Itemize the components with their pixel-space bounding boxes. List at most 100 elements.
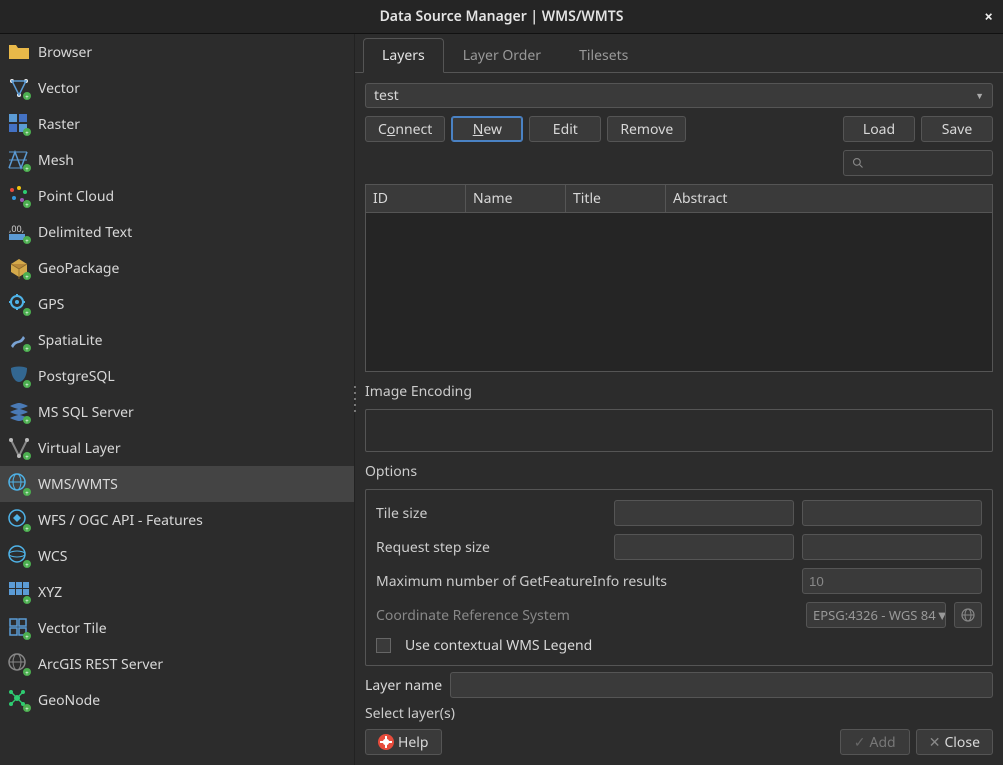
layers-table[interactable]: ID Name Title Abstract <box>365 184 993 372</box>
request-step-x-input[interactable] <box>614 534 794 560</box>
layer-name-input[interactable] <box>450 672 993 698</box>
wfs-icon: + <box>5 506 33 534</box>
add-button[interactable]: ✓ Add <box>840 729 910 755</box>
sidebar-item-wms[interactable]: + WMS/WMTS <box>0 466 354 502</box>
sidebar-item-spatialite[interactable]: +SpatiaLite <box>0 322 354 358</box>
check-icon: ✓ <box>854 733 866 752</box>
tab-tilesets[interactable]: Tilesets <box>560 38 647 73</box>
connect-button[interactable]: Connect <box>365 116 445 142</box>
sidebar-item-geonode[interactable]: +GeoNode <box>0 682 354 718</box>
svg-text:+: + <box>25 165 29 172</box>
footer: Layer name Select layer(s) Help ✓ Add ✕ <box>355 666 1003 765</box>
max-featureinfo-input[interactable] <box>802 568 982 594</box>
help-icon <box>378 734 394 750</box>
svg-text:+: + <box>25 633 29 640</box>
sidebar-item-raster[interactable]: + Raster <box>0 106 354 142</box>
close-icon[interactable]: × <box>984 7 993 27</box>
svg-text:+: + <box>25 381 29 388</box>
sidebar-item-vtile[interactable]: + Vector Tile <box>0 610 354 646</box>
col-id[interactable]: ID <box>366 185 466 212</box>
col-title[interactable]: Title <box>566 185 666 212</box>
tile-size-label: Tile size <box>376 504 606 523</box>
raster-icon: + <box>5 110 33 138</box>
sidebar-item-label: Delimited Text <box>38 223 132 242</box>
tabs: LayersLayer OrderTilesets <box>355 38 1003 73</box>
search-row <box>365 150 993 176</box>
vector-icon: + <box>5 74 33 102</box>
sidebar-item-label: Point Cloud <box>38 187 114 206</box>
splitter-handle[interactable] <box>352 384 358 414</box>
svg-text:,00,: ,00, <box>9 222 24 235</box>
sidebar-item-label: Mesh <box>38 151 74 170</box>
crs-combo[interactable]: EPSG:4326 - WGS 84 ▼ <box>806 602 946 628</box>
sidebar-item-gpkg[interactable]: +GeoPackage <box>0 250 354 286</box>
request-step-y-input[interactable] <box>802 534 982 560</box>
xyz-icon: + <box>5 578 33 606</box>
sidebar-item-mssql[interactable]: +MS SQL Server <box>0 394 354 430</box>
geonode-icon: + <box>5 686 33 714</box>
sidebar-item-xyz[interactable]: + XYZ <box>0 574 354 610</box>
close-button[interactable]: ✕ Close <box>916 729 993 755</box>
sidebar-item-label: GPS <box>38 295 64 314</box>
sidebar-item-label: WMS/WMTS <box>38 475 118 494</box>
sidebar-item-arcgis[interactable]: +ArcGIS REST Server <box>0 646 354 682</box>
crs-picker-button[interactable] <box>954 602 982 628</box>
sidebar-item-label: WFS / OGC API - Features <box>38 511 203 530</box>
save-button[interactable]: Save <box>921 116 993 142</box>
col-abstract[interactable]: Abstract <box>666 185 992 212</box>
sidebar-item-mesh[interactable]: + Mesh <box>0 142 354 178</box>
crs-label: Coordinate Reference System <box>376 606 798 625</box>
sidebar-item-vector[interactable]: +Vector <box>0 70 354 106</box>
wcs-icon: + <box>5 542 33 570</box>
postgres-icon: + <box>5 362 33 390</box>
options-label: Options <box>365 462 993 481</box>
help-button[interactable]: Help <box>365 729 442 755</box>
vtile-icon: + <box>5 614 33 642</box>
svg-text:+: + <box>25 561 29 568</box>
contextual-legend-label: Use contextual WMS Legend <box>405 636 592 655</box>
edit-button[interactable]: Edit <box>529 116 601 142</box>
sidebar-item-virtual[interactable]: +Virtual Layer <box>0 430 354 466</box>
wms-icon: + <box>5 470 33 498</box>
sidebar-item-label: SpatiaLite <box>38 331 103 350</box>
folder-icon <box>5 38 33 66</box>
svg-text:+: + <box>25 237 29 244</box>
svg-text:+: + <box>25 669 29 676</box>
sidebar-item-folder[interactable]: Browser <box>0 34 354 70</box>
sidebar-item-pointcloud[interactable]: + Point Cloud <box>0 178 354 214</box>
connection-combo[interactable]: test ▼ <box>365 83 993 108</box>
sidebar-item-label: Raster <box>38 115 80 134</box>
image-encoding-box <box>365 409 993 452</box>
tile-size-y-input[interactable] <box>802 500 982 526</box>
virtual-icon: + <box>5 434 33 462</box>
sidebar-item-csv[interactable]: ,00,+ Delimited Text <box>0 214 354 250</box>
sidebar-item-label: PostgreSQL <box>38 367 115 386</box>
sidebar-item-postgres[interactable]: + PostgreSQL <box>0 358 354 394</box>
sidebar-item-wcs[interactable]: +WCS <box>0 538 354 574</box>
contextual-legend-checkbox[interactable] <box>376 638 391 653</box>
tab-layer-order[interactable]: Layer Order <box>444 38 560 73</box>
sidebar-item-gps[interactable]: +GPS <box>0 286 354 322</box>
svg-text:+: + <box>25 93 29 100</box>
sidebar-item-label: Vector Tile <box>38 619 107 638</box>
window-title: Data Source Manager | WMS/WMTS <box>380 7 624 26</box>
table-body <box>366 213 992 371</box>
svg-text:+: + <box>25 705 29 712</box>
remove-button[interactable]: Remove <box>607 116 686 142</box>
svg-text:+: + <box>25 453 29 460</box>
new-button[interactable]: New <box>451 116 523 142</box>
connection-buttons: Connect New Edit Remove Load Save <box>365 116 993 142</box>
svg-text:+: + <box>25 489 29 496</box>
tab-layers[interactable]: Layers <box>363 38 444 73</box>
col-name[interactable]: Name <box>466 185 566 212</box>
table-header: ID Name Title Abstract <box>366 185 992 213</box>
load-button[interactable]: Load <box>843 116 915 142</box>
image-encoding-label: Image Encoding <box>365 382 993 401</box>
search-input[interactable] <box>843 150 993 176</box>
tile-size-x-input[interactable] <box>614 500 794 526</box>
sidebar-item-label: XYZ <box>38 583 62 602</box>
search-icon <box>852 157 864 169</box>
svg-text:+: + <box>25 201 29 208</box>
sidebar-item-wfs[interactable]: + WFS / OGC API - Features <box>0 502 354 538</box>
svg-text:+: + <box>25 273 29 280</box>
